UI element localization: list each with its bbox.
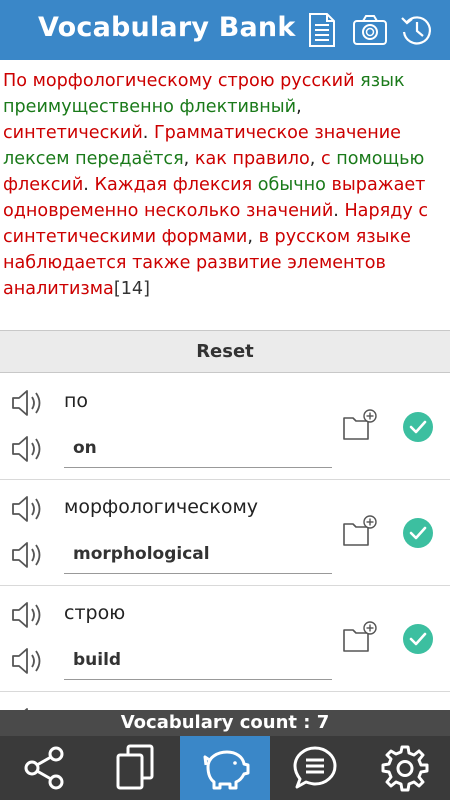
nav-cards[interactable] [90,736,180,800]
text-word[interactable]: аналитизма [3,279,114,299]
settings-icon [381,745,429,792]
text-separator: , [296,97,302,117]
check-icon[interactable] [403,518,433,548]
text-word[interactable]: в [259,227,269,247]
text-word[interactable]: обычно [258,175,326,195]
text-word[interactable]: развитие [196,253,282,273]
nav-chat-menu[interactable] [270,736,360,800]
vocab-word: по [64,390,89,412]
text-word[interactable]: строю [218,71,275,91]
speaker-icon[interactable] [10,434,48,464]
text-word[interactable]: синтетическими [3,227,156,247]
nav-piggy-bank[interactable] [180,736,270,800]
vocab-row: строю build [0,586,450,692]
text-word[interactable]: язык [360,71,404,91]
reset-button[interactable]: Reset [0,330,450,373]
bottom-nav [0,736,450,800]
speaker-icon[interactable] [10,388,48,418]
citation-ref: [14] [113,279,150,299]
check-icon[interactable] [403,624,433,654]
text-word[interactable]: Грамматическое [154,123,309,143]
text-word[interactable]: значений [246,201,333,221]
text-word[interactable]: несколько [144,201,240,221]
text-word[interactable]: языке [356,227,411,247]
vocab-row [0,692,450,710]
chat-menu-icon [293,746,337,789]
text-word[interactable]: выражает [332,175,426,195]
text-word[interactable]: также [132,253,190,273]
vocab-row: по on [0,374,450,480]
speaker-icon[interactable] [10,600,48,630]
app-header: Vocabulary Bank [0,0,450,60]
add-to-folder-icon[interactable] [342,620,378,654]
text-word[interactable]: русский [280,71,354,91]
speaker-icon[interactable] [10,494,48,524]
document-icon[interactable] [302,10,342,50]
speaker-icon[interactable] [10,540,48,570]
text-word[interactable]: преимущественно [3,97,174,117]
text-word[interactable]: одновременно [3,201,138,221]
share-icon [24,746,64,790]
text-word[interactable]: По [3,71,27,91]
vocab-word: морфологическому [64,496,259,518]
text-word[interactable]: лексем [3,149,69,169]
vocab-list: по on морфологическому morphological строю bu… [0,374,450,710]
text-word[interactable]: морфологическому [33,71,213,91]
text-word[interactable]: с [418,201,428,221]
text-word[interactable]: флексия [173,175,252,195]
text-word[interactable]: помощью [336,149,424,169]
translation-field[interactable]: on [64,430,332,468]
history-icon[interactable] [397,10,437,50]
vocab-row: морфологическому morphological [0,480,450,586]
text-word[interactable]: Каждая [94,175,167,195]
text-word[interactable]: наблюдается [3,253,126,273]
cards-icon [116,744,154,790]
add-to-folder-icon[interactable] [342,514,378,548]
text-word[interactable]: как [195,149,227,169]
translation-field[interactable]: morphological [64,536,332,574]
text-word[interactable]: передаётся [75,149,184,169]
text-word[interactable]: синтетический [3,123,143,143]
text-word[interactable]: элементов [287,253,386,273]
nav-share[interactable] [0,736,90,800]
piggy-bank-icon [203,750,250,790]
check-icon[interactable] [403,412,433,442]
text-word[interactable]: с [321,149,331,169]
text-word[interactable]: флексий [3,175,83,195]
text-word[interactable]: русском [275,227,351,247]
camera-icon[interactable] [350,10,390,50]
app-title: Vocabulary Bank [38,12,296,43]
text-word[interactable]: формами [162,227,248,247]
vocabulary-count: Vocabulary count : 7 [0,710,450,736]
speaker-icon[interactable] [10,646,48,676]
add-to-folder-icon[interactable] [342,408,378,442]
text-word[interactable]: флективный [180,97,297,117]
text-word[interactable]: значение [314,123,401,143]
translation-field[interactable]: build [64,642,332,680]
source-text: По морфологическому строю русский язык п… [0,60,450,330]
vocab-word: строю [64,602,126,624]
text-word[interactable]: Наряду [344,201,412,221]
text-word[interactable]: правило [233,149,310,169]
nav-settings[interactable] [360,736,450,800]
